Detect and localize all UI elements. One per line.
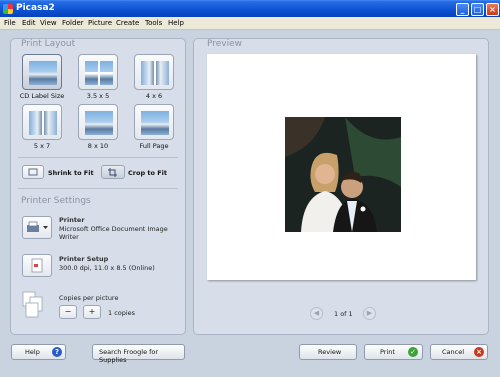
help-button[interactable]: Help ? [11, 344, 66, 360]
shrink-to-fit-button[interactable] [22, 165, 44, 179]
printer-name-line2: Writer [59, 233, 79, 241]
divider [18, 188, 178, 189]
layout-label: 3.5 x 5 [86, 92, 110, 100]
four-photo-thumbnail-icon [85, 61, 113, 85]
page-indicator: 1 of 1 [334, 310, 353, 318]
copies-value: 1 copies [108, 309, 136, 317]
menu-edit[interactable]: Edit [22, 19, 36, 27]
window-title: Picasa2 [16, 3, 55, 13]
menu-create[interactable]: Create [116, 19, 139, 27]
layout-label: Full Page [139, 142, 169, 150]
shrink-to-fit-label: Shrink to Fit [48, 169, 94, 177]
menu-picture[interactable]: Picture [88, 19, 112, 27]
title-bar: Picasa2 _ □ × [0, 0, 500, 17]
two-photo-thumbnail-icon [29, 111, 57, 135]
divider [18, 157, 178, 158]
review-button[interactable]: Review [299, 344, 357, 360]
layout-label: CD Label Size [19, 92, 65, 100]
review-button-label: Review [318, 348, 342, 356]
layout-label: 8 x 10 [87, 142, 109, 150]
check-icon: ✓ [408, 347, 418, 357]
minimize-button[interactable]: _ [456, 3, 469, 16]
help-button-label: Help [25, 348, 40, 356]
layout-8x10-button[interactable] [78, 104, 118, 140]
layout-4x6-button[interactable] [134, 54, 174, 90]
help-question-icon: ? [52, 347, 62, 357]
layout-label: 5 x 7 [33, 142, 51, 150]
mountain-thumbnail-icon [85, 111, 113, 135]
printer-setup-details: 300.0 dpi, 11.0 x 8.5 (Online) [59, 264, 155, 272]
cancel-button-label: Cancel [442, 348, 465, 356]
layout-label: 4 x 6 [145, 92, 163, 100]
menu-help[interactable]: Help [168, 19, 184, 27]
printer-settings-heading: Printer Settings [21, 196, 91, 206]
copies-title: Copies per picture [59, 294, 119, 302]
maximize-button[interactable]: □ [471, 3, 484, 16]
copies-increment-button[interactable]: + [83, 305, 101, 319]
shrink-icon [28, 168, 38, 176]
printer-title: Printer [59, 216, 85, 224]
close-button[interactable]: × [486, 3, 499, 16]
next-page-button[interactable]: ▶ [363, 307, 376, 320]
cancel-x-icon: × [474, 347, 484, 357]
crop-icon [108, 168, 117, 177]
printer-select-button[interactable] [22, 216, 52, 239]
mountain-thumbnail-icon [29, 61, 57, 85]
menu-folder[interactable]: Folder [62, 19, 84, 27]
previous-page-button[interactable]: ◀ [310, 307, 323, 320]
mountain-thumbnail-icon [141, 111, 169, 135]
printer-setup-icon [31, 258, 43, 273]
preview-heading: Preview [207, 39, 243, 49]
menu-tools[interactable]: Tools [145, 19, 162, 27]
search-froogle-label: Search Froogle for Supplies [99, 348, 159, 364]
picasa-app-icon [3, 4, 13, 14]
layout-full-page-button[interactable] [134, 104, 174, 140]
printer-setup-title: Printer Setup [59, 255, 109, 263]
printer-icon [27, 221, 48, 232]
layout-5x7-button[interactable] [22, 104, 62, 140]
two-photo-thumbnail-icon [141, 61, 169, 85]
crop-to-fit-label: Crop to Fit [128, 169, 167, 177]
print-button[interactable]: Print ✓ [364, 344, 423, 360]
layout-cd-label-button[interactable] [22, 54, 62, 90]
photo-image [285, 117, 401, 232]
print-button-label: Print [380, 348, 395, 356]
menu-view[interactable]: View [40, 19, 57, 27]
crop-to-fit-button[interactable] [101, 165, 125, 179]
copies-stack-icon [22, 291, 43, 318]
printer-setup-button[interactable] [22, 254, 52, 277]
menu-bar: File Edit View Folder Picture Create Too… [0, 17, 500, 30]
copies-decrement-button[interactable]: − [59, 305, 77, 319]
couple-photo [285, 117, 401, 232]
menu-file[interactable]: File [4, 19, 16, 27]
search-froogle-button[interactable]: Search Froogle for Supplies [92, 344, 185, 364]
print-layout-heading: Print Layout [21, 39, 76, 49]
printer-name-line1: Microsoft Office Document Image [59, 225, 168, 233]
cancel-button[interactable]: Cancel × [430, 344, 488, 360]
layout-3-5x5-button[interactable] [78, 54, 118, 90]
